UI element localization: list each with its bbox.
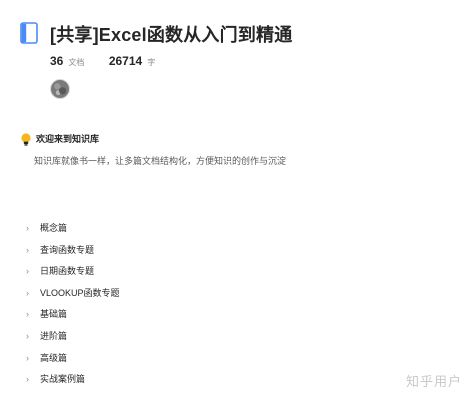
chevron-right-icon[interactable]: › <box>26 329 36 343</box>
watermark: 知乎用户 <box>405 374 462 389</box>
knowledge-base-header: [共享]Excel函数从入门到精通 <box>20 20 464 48</box>
chevron-right-icon[interactable]: › <box>26 372 36 386</box>
welcome-header: 欢迎来到知识库 <box>20 132 464 148</box>
catalog-item-label[interactable]: 日期函数专题 <box>40 264 94 278</box>
welcome-title: 欢迎来到知识库 <box>36 134 100 144</box>
stats-row: 36 文档 26714 字 <box>50 52 175 68</box>
catalog-item-label[interactable]: VLOOKUP函数专题 <box>40 286 120 300</box>
catalog-item-label[interactable]: 进阶篇 <box>40 329 67 343</box>
catalog-item-label[interactable]: 查询函数专题 <box>40 243 94 257</box>
chevron-right-icon[interactable]: › <box>26 286 36 300</box>
catalog-item-label[interactable]: 概念篇 <box>40 221 67 235</box>
catalog-item-label[interactable]: 实战案例篇 <box>40 372 85 386</box>
word-count-stat: 26714 字 <box>109 52 155 70</box>
avatar[interactable] <box>50 79 70 99</box>
welcome-description: 知识库就像书一样，让多篇文档结构化，方便知识的创作与沉淀 <box>34 156 287 166</box>
page-title: [共享]Excel函数从入门到精通 <box>50 25 293 45</box>
chevron-right-icon[interactable]: › <box>26 264 36 278</box>
chevron-right-icon[interactable]: › <box>26 243 36 257</box>
doc-count-unit: 文档 <box>68 58 85 67</box>
book-icon <box>20 22 38 44</box>
catalog-item-label[interactable]: 基础篇 <box>40 307 67 321</box>
chevron-right-icon[interactable]: › <box>26 351 36 365</box>
welcome-section: 欢迎来到知识库 知识库就像书一样，让多篇文档结构化，方便知识的创作与沉淀 <box>20 132 464 166</box>
word-count: 26714 <box>108 54 143 68</box>
word-count-unit: 字 <box>147 58 156 67</box>
lightbulb-icon <box>21 133 31 146</box>
doc-count-stat: 36 文档 <box>50 52 84 70</box>
doc-count: 36 <box>50 54 64 68</box>
catalog-item-label[interactable]: 高级篇 <box>40 351 67 365</box>
chevron-right-icon[interactable]: › <box>26 307 36 321</box>
chevron-right-icon[interactable]: › <box>26 221 36 235</box>
